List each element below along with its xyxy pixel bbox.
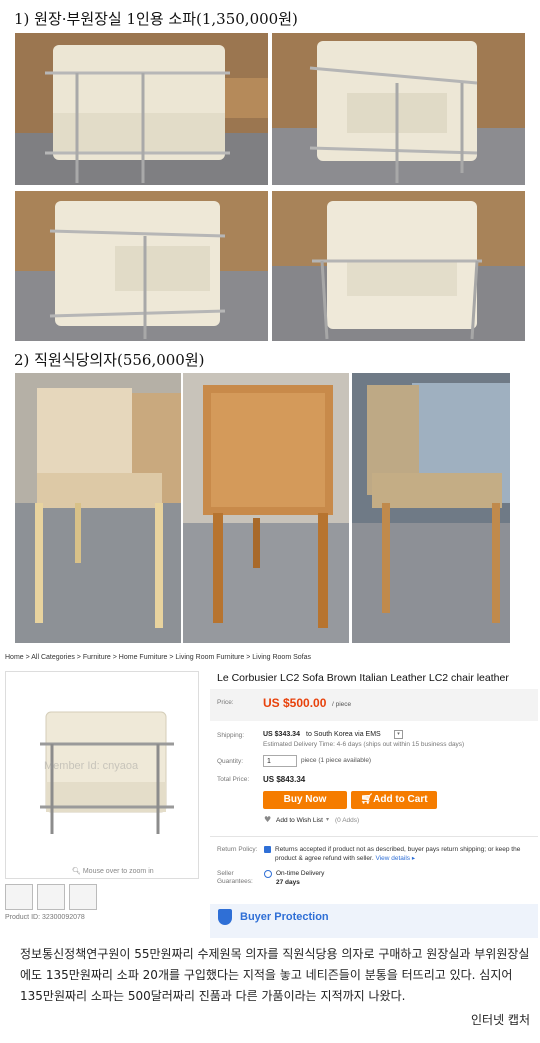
product-title: Le Corbusier LC2 Sofa Brown Italian Leat…	[217, 672, 509, 684]
buy-now-button[interactable]: Buy Now	[263, 791, 347, 809]
thumbnail-1[interactable]	[5, 884, 33, 910]
zoom-icon: 🔍︎	[72, 868, 83, 875]
thumbnail-3[interactable]	[69, 884, 97, 910]
add-to-cart-button[interactable]: 🛒︎Add to Cart	[351, 791, 437, 809]
shipping-dropdown-icon[interactable]: ▾	[394, 730, 403, 739]
chair-section-heading: 2) 직원식당의자(556,000원)	[14, 351, 205, 369]
seller-guarantees-label: Seller Guarantees:	[217, 870, 253, 885]
zoom-hint: 🔍︎ Mouse over to zoom in	[72, 868, 154, 875]
chair-photo-1	[15, 373, 181, 643]
heart-icon[interactable]: ♥	[264, 815, 271, 824]
buyer-protection-title: Buyer Protection	[240, 911, 329, 923]
price-box	[210, 689, 538, 721]
wishlist-link[interactable]: Add to Wish List	[276, 817, 323, 824]
quantity-note: piece (1 piece available)	[301, 757, 372, 764]
price-value: US $500.00	[263, 696, 327, 710]
product-id: Product ID: 32300092078	[5, 914, 85, 921]
shipping-destination[interactable]: to South Korea via EMS	[306, 731, 381, 738]
wishlist-chevron-icon: ▾	[326, 816, 330, 823]
quantity-label: Quantity:	[217, 758, 244, 765]
sofa-photo-2	[272, 33, 525, 185]
thumbnail-2[interactable]	[37, 884, 65, 910]
sofa-section-heading: 1) 원장·부원장실 1인용 소파(1,350,000원)	[14, 10, 298, 28]
ontime-days: 27 days	[276, 879, 300, 886]
shield-icon	[218, 909, 232, 925]
delivery-time: Estimated Delivery Time: 4-6 days (ships…	[263, 741, 465, 748]
divider	[210, 836, 538, 837]
shipping-label: Shipping:	[217, 732, 245, 739]
sofa-photo-4	[272, 191, 525, 341]
ontime-delivery: On-time Delivery	[276, 870, 325, 877]
price-label: Price:	[217, 699, 234, 706]
return-policy-label: Return Policy:	[217, 846, 258, 853]
cart-icon: 🛒︎	[360, 794, 374, 805]
return-policy-text: Returns accepted if product not as descr…	[275, 846, 521, 862]
chair-photo-3	[352, 373, 510, 643]
price-unit: / piece	[332, 701, 352, 708]
quantity-input[interactable]: 1	[263, 755, 297, 767]
view-details-link[interactable]: View details	[375, 855, 410, 862]
total-value: US $843.34	[263, 775, 306, 784]
image-credit: 인터넷 캡처	[470, 1013, 530, 1027]
return-policy-icon	[264, 846, 271, 853]
breadcrumb[interactable]: Home > All Categories > Furniture > Home…	[5, 654, 311, 661]
total-label: Total Price:	[217, 776, 250, 783]
member-watermark: Member Id: cnyaoa	[44, 760, 139, 772]
chair-photo-2	[183, 373, 349, 643]
sofa-photo-3	[15, 191, 268, 341]
article-caption: 정보통신정책연구원이 55만원짜리 수제원목 의자를 직원식당용 의자로 구매하…	[20, 947, 530, 1003]
sofa-photo-1	[15, 33, 268, 185]
shipping-value: US $343.34	[263, 731, 300, 738]
wishlist-count: (0 Adds)	[335, 817, 360, 824]
clock-icon	[264, 870, 272, 878]
product-main-image[interactable]: Member Id: cnyaoa	[5, 671, 199, 879]
